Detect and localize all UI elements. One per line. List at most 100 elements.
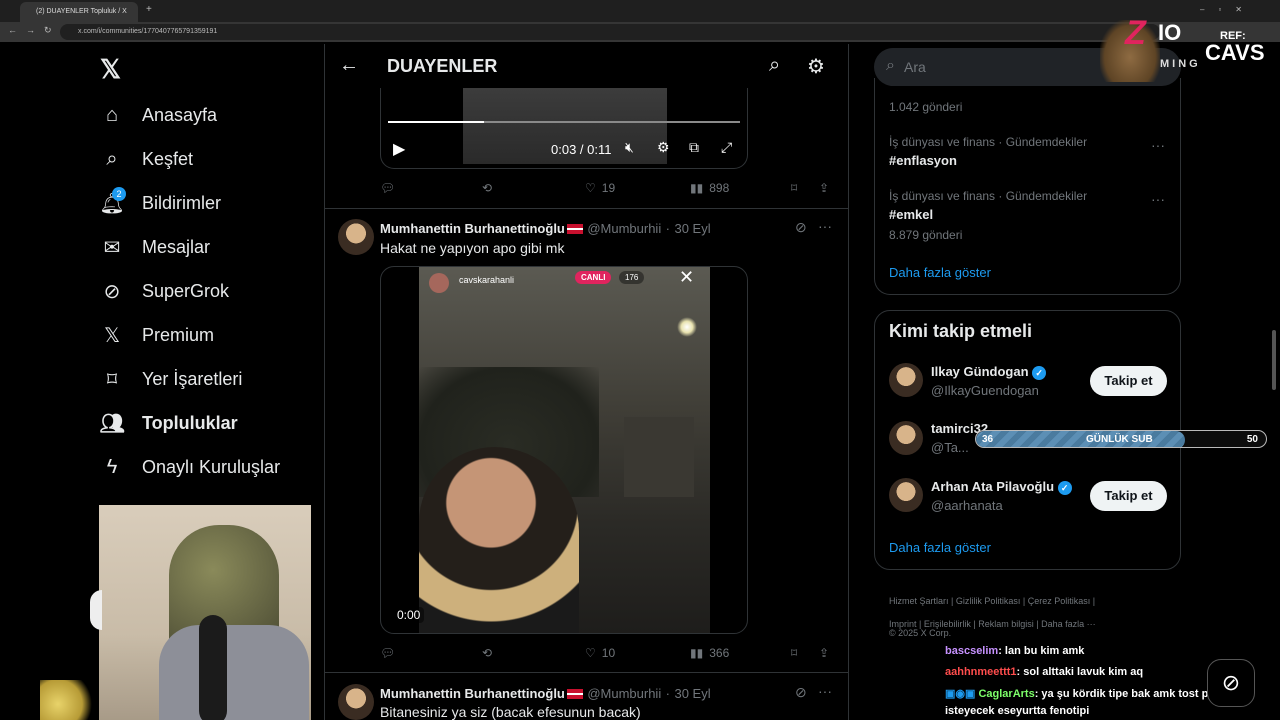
new-tab-icon[interactable]: +	[146, 4, 152, 15]
reply-button[interactable]: 💬︎	[380, 181, 395, 195]
decorative-sticker	[40, 680, 100, 720]
nav-home[interactable]: ⌂ Anasayfa	[100, 100, 217, 130]
trend-item[interactable]: İş dünyası ve finans · Gündemdekiler #em…	[889, 189, 1087, 242]
nav-bookmarks[interactable]: ⌑ Yer İşaretleri	[100, 364, 243, 394]
play-icon[interactable]: ▶	[393, 139, 405, 159]
share-button[interactable]: ⇪	[819, 181, 829, 195]
nav-communities[interactable]: 👥︎ Topluluklar	[99, 408, 237, 438]
chat-text: : lan bu kim amk	[998, 645, 1085, 657]
heart-icon: ♡	[585, 181, 596, 195]
footer-link[interactable]: Çerez Politikası	[1028, 596, 1091, 606]
pip-icon[interactable]: ⧉	[689, 139, 699, 156]
nav-messages[interactable]: ✉ Mesajlar	[100, 232, 210, 262]
flag-icon	[566, 223, 583, 234]
trend-item[interactable]: İş dünyası ve finans · Gündemdekiler #en…	[889, 135, 1087, 168]
bookmark-icon: ⌑	[791, 646, 798, 660]
avatar[interactable]	[889, 363, 923, 397]
settings-icon[interactable]: ⚙	[657, 139, 670, 156]
trend-category: İş dünyası ve finans · Gündemdekiler	[889, 135, 1088, 149]
scrollbar[interactable]	[1272, 330, 1276, 390]
footer-link[interactable]: Hizmet Şartları	[889, 596, 949, 606]
more-icon[interactable]: ···	[1151, 137, 1165, 153]
nav-explore[interactable]: ⌕ Keşfet	[100, 144, 193, 174]
microphone-icon	[199, 615, 227, 720]
like-count: 10	[601, 646, 616, 660]
dot-separator: ·	[665, 686, 671, 701]
window-controls[interactable]: –▫✕	[1200, 5, 1256, 14]
views-button[interactable]: ▮▮ 898	[690, 181, 729, 195]
mute-icon[interactable]: 🔇︎	[625, 139, 634, 156]
nav-label: Keşfet	[142, 148, 194, 169]
reply-button[interactable]: 💬︎	[380, 646, 395, 660]
views-button[interactable]: ▮▮ 366	[690, 646, 729, 660]
retweet-button[interactable]: ⟲	[482, 646, 492, 660]
home-icon: ⌂	[105, 103, 119, 126]
nav-verified-orgs[interactable]: ϟ Onaylı Kuruluşlar	[100, 452, 280, 482]
divider	[325, 208, 848, 209]
show-more-follow[interactable]: Daha fazla göster	[889, 540, 991, 555]
back-icon[interactable]: ←	[8, 25, 17, 35]
tweet-date[interactable]: 30 Eyl	[674, 686, 710, 701]
footer-link[interactable]: Reklam bilgisi	[978, 619, 1034, 629]
browser-tab[interactable]: (2) DUAYENLER Topluluk / X	[20, 2, 138, 22]
video-time: 0:00	[393, 607, 425, 623]
retweet-icon: ⟲	[482, 646, 493, 660]
copyright: © 2025 X Corp.	[889, 628, 952, 638]
nav-supergrok[interactable]: ⊘ SuperGrok	[100, 276, 229, 306]
sub-goal-current: 36	[982, 434, 994, 445]
flag-icon	[566, 688, 583, 699]
show-more-trends[interactable]: Daha fazla göster	[889, 265, 991, 280]
bookmark-button[interactable]: ⌑	[791, 181, 797, 195]
bookmark-button[interactable]: ⌑	[791, 646, 797, 660]
grok-icon[interactable]: ⊘	[795, 684, 807, 701]
search-icon[interactable]: ⌕	[769, 54, 780, 77]
footer-link[interactable]: Daha fazla ···	[1041, 619, 1096, 629]
dot-separator: ·	[665, 221, 671, 236]
like-button[interactable]: ♡ 10	[585, 646, 615, 660]
grok-icon[interactable]: ⊘	[795, 219, 807, 236]
footer-link[interactable]: Gizlilik Politikası	[956, 596, 1021, 606]
more-icon[interactable]: ···	[818, 683, 832, 699]
url-field[interactable]: x.com/i/communities/1770407765791359191	[60, 24, 1160, 40]
x-logo-icon[interactable]: 𝕏	[100, 54, 121, 85]
user-name[interactable]: Ilkay Gündogan ✓	[931, 364, 1047, 380]
compose-button-partial[interactable]	[90, 590, 102, 630]
nav-notifications[interactable]: 🔔︎ 2 Bildirimler	[99, 187, 221, 218]
author-handle[interactable]: @Mumburhii	[587, 221, 661, 236]
reply-icon: 💬︎	[380, 181, 396, 195]
fullscreen-icon[interactable]: ⤢	[721, 139, 732, 156]
reload-icon[interactable]: ↻	[44, 25, 52, 36]
more-icon[interactable]: ···	[818, 218, 832, 234]
more-icon[interactable]: ···	[1151, 191, 1165, 207]
back-arrow-icon[interactable]: ←	[339, 54, 359, 77]
author-name[interactable]: Mumhanettin Burhanettinoğlu	[380, 221, 565, 236]
video-player-1[interactable]: ▶ 0:03 / 0:11 🔇︎ ⚙ ⧉ ⤢	[380, 88, 748, 169]
user-name[interactable]: Arhan Ata Pilavoğlu ✓	[931, 479, 1072, 495]
avatar[interactable]	[889, 478, 923, 512]
video-player-2[interactable]: cavskarahanli CANLI 176 ✕ 0:00	[380, 266, 748, 634]
retweet-button[interactable]: ⟲	[482, 181, 492, 195]
author-name[interactable]: Mumhanettin Burhanettinoğlu	[380, 686, 565, 701]
author-handle[interactable]: @Mumburhii	[587, 686, 661, 701]
nav-premium[interactable]: 𝕏 Premium	[100, 320, 214, 350]
follow-button[interactable]: Takip et	[1090, 366, 1167, 396]
like-button[interactable]: ♡ 19	[585, 181, 615, 195]
x-logo-icon: 𝕏	[103, 324, 121, 347]
grok-fab-icon[interactable]: ⊘	[1207, 659, 1255, 707]
brand-sub: MING	[1160, 58, 1201, 70]
share-button[interactable]: ⇪	[819, 646, 829, 660]
sub-goal-target: 50	[1246, 434, 1258, 445]
avatar[interactable]	[338, 219, 374, 255]
avatar[interactable]	[889, 421, 923, 455]
mail-icon: ✉	[103, 236, 121, 259]
close-icon: ✕	[679, 267, 695, 287]
chat-message: bascselim: lan bu kim amk	[945, 645, 1084, 657]
gear-icon[interactable]: ⚙	[807, 54, 825, 79]
forward-icon[interactable]: →	[26, 25, 35, 35]
trend-count: 1.042 gönderi	[889, 100, 963, 114]
tweet-date[interactable]: 30 Eyl	[674, 221, 710, 236]
avatar[interactable]	[338, 684, 374, 720]
live-viewers: 176	[619, 271, 645, 284]
verified-badge-icon: ✓	[1057, 480, 1072, 495]
follow-button[interactable]: Takip et	[1090, 481, 1167, 511]
